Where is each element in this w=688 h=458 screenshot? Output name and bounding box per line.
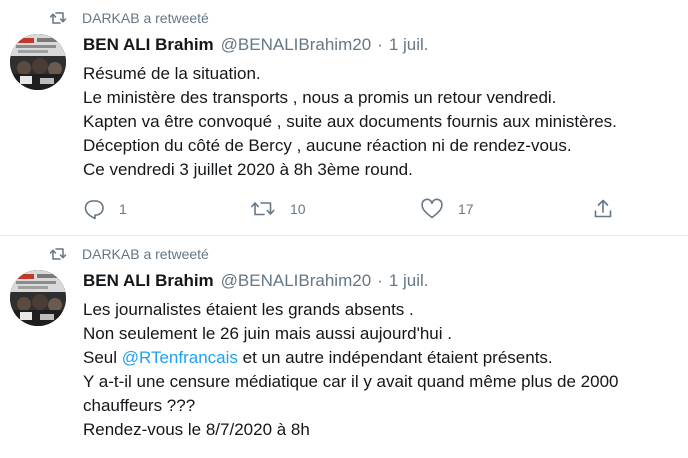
tweet-actions: 1 10 17 [83,197,623,221]
tweet-date[interactable]: 1 juil. [389,35,429,55]
tweet-text-line: Non seulement le 26 juin mais aussi aujo… [83,324,452,343]
separator-dot: · [377,271,383,290]
tweet[interactable]: DARKAB a retweeté BEN ALI Brahim @BENALI… [0,0,688,236]
tweet-header: BEN ALI Brahim @BENALIBrahim20 · 1 juil. [83,35,429,59]
like-count: 17 [458,201,474,217]
author-handle[interactable]: @BENALIBrahim20 [221,271,372,291]
tweet-text: Résumé de la situation. Le ministère des… [83,62,681,182]
retweet-count: 10 [290,201,306,217]
tweet-text-line: Kapten va être convoqué , suite aux docu… [83,112,617,131]
author-name[interactable]: BEN ALI Brahim [83,35,214,55]
tweet-text-line: Ce vendredi 3 juillet 2020 à 8h 3ème rou… [83,160,413,179]
tweet-date[interactable]: 1 juil. [389,271,429,291]
avatar[interactable] [10,34,66,90]
tweet-text-line: Rendez-vous le 8/7/2020 à 8h [83,420,310,439]
retweet-context: DARKAB a retweeté [50,8,209,28]
reply-count: 1 [119,201,127,217]
heart-icon [420,198,444,220]
tweet-text-line: Résumé de la situation. [83,64,261,83]
like-button[interactable]: 17 [420,197,474,221]
tweet-text-fragment: et un autre indépendant étaient présents… [237,348,553,367]
author-handle[interactable]: @BENALIBrahim20 [221,35,372,55]
retweet-context: DARKAB a retweeté [50,244,209,264]
retweeted-by-label[interactable]: DARKAB a retweeté [82,10,209,26]
avatar[interactable] [10,270,66,326]
tweet-text-line: chauffeurs ??? [83,396,196,415]
retweet-icon [50,247,68,261]
tweet[interactable]: DARKAB a retweeté BEN ALI Brahim @BENALI… [0,236,688,458]
share-icon [592,198,614,220]
tweet-text-line: Déception du côté de Bercy , aucune réac… [83,136,572,155]
tweet-text: Les journalistes étaient les grands abse… [83,298,681,442]
retweet-icon [50,11,68,25]
separator-dot: · [377,35,383,54]
share-button[interactable] [592,197,614,221]
retweet-button[interactable]: 10 [250,197,306,221]
retweeted-by-label[interactable]: DARKAB a retweeté [82,246,209,262]
timeline: DARKAB a retweeté BEN ALI Brahim @BENALI… [0,0,688,458]
tweet-text-line: Les journalistes étaient les grands abse… [83,300,414,319]
author-name[interactable]: BEN ALI Brahim [83,271,214,291]
retweet-icon [250,198,276,220]
tweet-text-line: Seul @RTenfrancais et un autre indépenda… [83,346,681,370]
reply-button[interactable]: 1 [83,197,127,221]
tweet-header: BEN ALI Brahim @BENALIBrahim20 · 1 juil. [83,271,429,295]
mention-link[interactable]: @RTenfrancais [122,348,238,367]
tweet-text-line: Y a-t-il une censure médiatique car il y… [83,372,619,391]
tweet-text-fragment: Seul [83,348,122,367]
tweet-text-line: Le ministère des transports , nous a pro… [83,88,557,107]
reply-icon [83,198,105,220]
